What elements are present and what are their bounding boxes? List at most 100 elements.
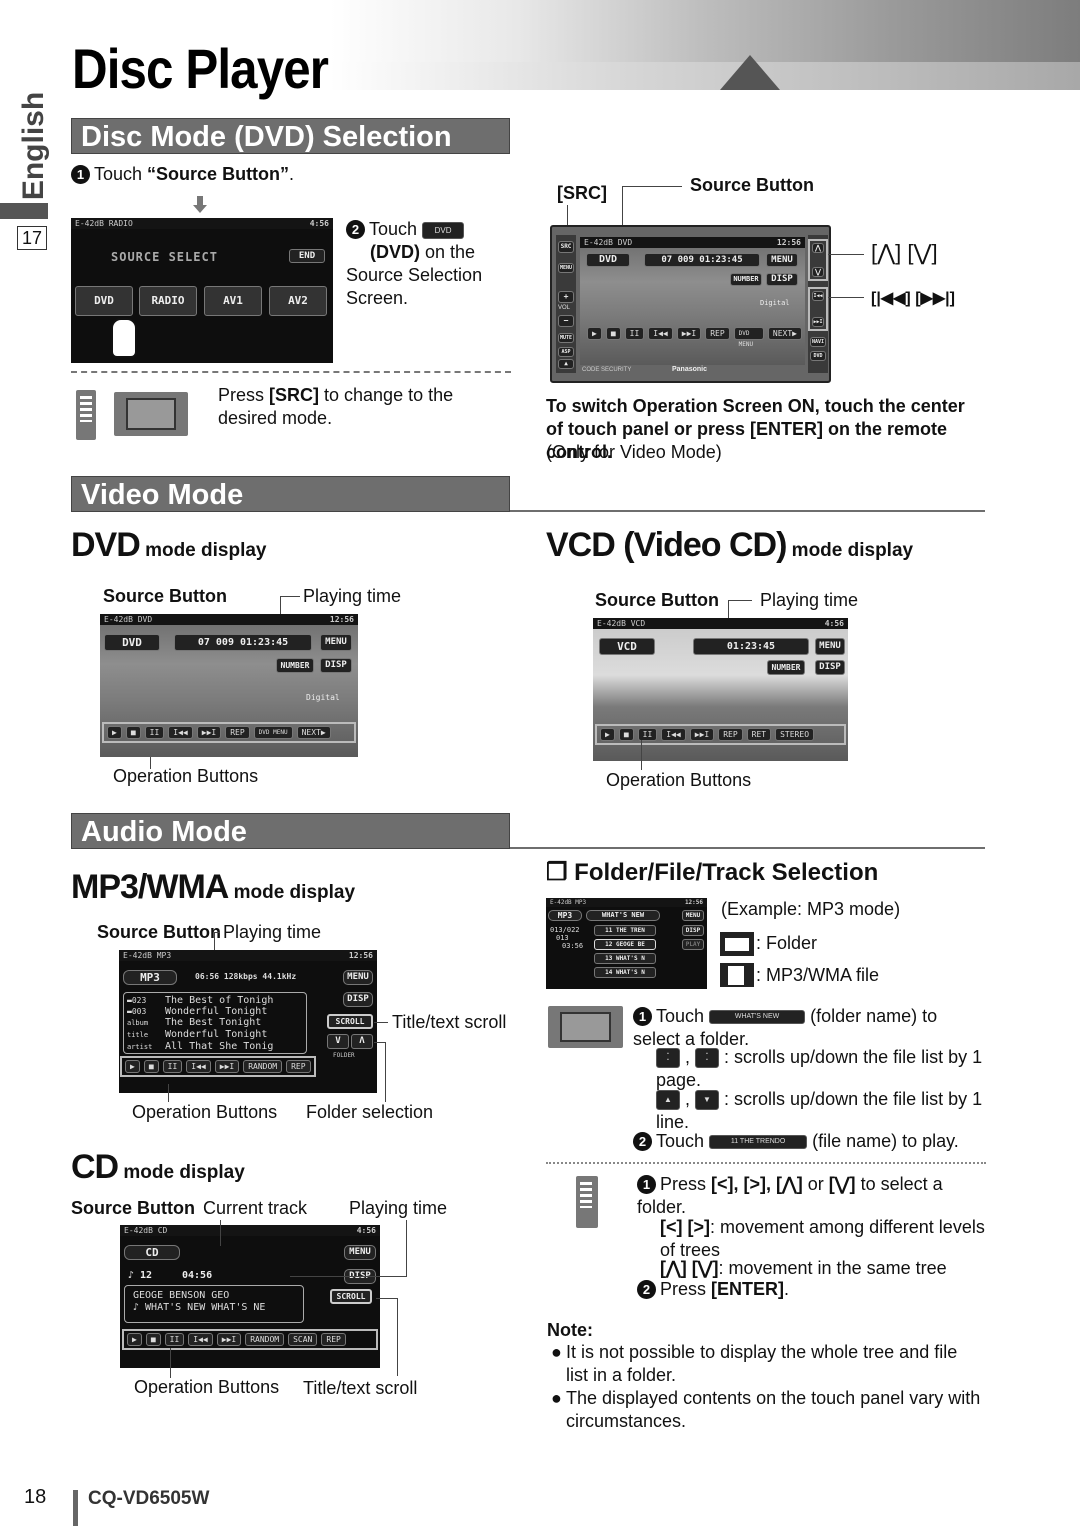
prev-button[interactable]: I◀◀ <box>661 728 686 741</box>
skip-button[interactable]: ▶▶I <box>689 728 715 741</box>
stop-button[interactable]: ■ <box>143 1060 159 1073</box>
prev-button[interactable]: I◀◀ <box>648 327 673 340</box>
updown-keys-label: [⋀] [⋁] <box>871 240 938 265</box>
menu-button[interactable]: MENU <box>344 1245 376 1260</box>
rep-button[interactable]: REP <box>321 1333 346 1346</box>
number-button[interactable]: NUMBER <box>276 658 314 673</box>
next-track-button[interactable]: ▶▶I <box>676 327 702 340</box>
rep-button[interactable]: REP <box>705 327 730 340</box>
next-button[interactable]: NEXT▶ <box>296 726 331 739</box>
source-button[interactable]: VCD <box>599 638 655 655</box>
example-caption: (Example: MP3 mode) <box>721 899 901 919</box>
language-tab: English <box>17 91 50 201</box>
dolby-digital-badge: Digital <box>306 693 340 702</box>
source-radio-button[interactable]: RADIO <box>139 286 197 316</box>
source-button[interactable]: DVD <box>104 634 160 651</box>
up-down-key-group: ⋀ ⋁ <box>808 239 828 281</box>
end-button[interactable]: END <box>289 249 325 263</box>
menu-key[interactable]: MENU <box>558 263 574 273</box>
dvd-menu-button[interactable]: DVD MENU <box>253 726 293 739</box>
source-button[interactable]: DVD <box>586 253 630 267</box>
page-scroll-instruction: ⁚ , ⁚ : scrolls up/down the file list by… <box>656 1047 983 1090</box>
unit-screen[interactable]: E-42dB DVD 12:56 DVD 07 009 01:23:45 MENU… <box>580 237 805 365</box>
stop-button[interactable]: ■ <box>618 728 634 741</box>
dvd-menu-button[interactable]: DVD MENU <box>733 327 764 348</box>
play-button[interactable]: ▶ <box>107 726 122 739</box>
random-button[interactable]: RANDOM <box>243 1060 283 1073</box>
brand-logo: Panasonic <box>672 366 708 373</box>
eject-key[interactable]: ▲ <box>558 359 574 369</box>
up-key[interactable]: ⋀ <box>812 243 824 253</box>
file-list-item[interactable]: 13 WHAT'S N <box>594 953 656 964</box>
folder-down-button[interactable]: V <box>327 1034 349 1049</box>
random-button[interactable]: RANDOM <box>245 1333 285 1346</box>
scroll-button[interactable]: SCROLL <box>330 1289 372 1304</box>
number-button[interactable]: NUMBER <box>730 273 762 286</box>
skip-button[interactable]: ▶▶I <box>196 726 222 739</box>
section-rule <box>510 847 985 849</box>
prev-button[interactable]: I◀◀ <box>168 726 193 739</box>
dvd-operation-buttons-label: Operation Buttons <box>113 766 259 786</box>
asp-key[interactable]: ASP <box>558 347 574 357</box>
number-button[interactable]: NUMBER <box>767 660 805 675</box>
rep-button[interactable]: REP <box>718 728 743 741</box>
vol-up-key[interactable]: + <box>558 291 574 303</box>
pause-button[interactable]: II <box>164 1333 185 1346</box>
menu-button[interactable]: MENU <box>343 970 373 985</box>
folder-name-button[interactable]: WHAT'S NEW <box>586 910 660 921</box>
disp-button[interactable]: DISP <box>766 273 798 286</box>
stereo-button[interactable]: STEREO <box>775 728 815 741</box>
disp-button[interactable]: DISP <box>343 992 373 1007</box>
file-counter: 013 <box>556 934 569 942</box>
next-key[interactable]: ▶▶I <box>812 317 824 327</box>
leader-line <box>828 297 864 298</box>
source-av1-button[interactable]: AV1 <box>204 286 262 316</box>
scroll-button[interactable]: SCROLL <box>327 1014 373 1029</box>
down-key[interactable]: ⋁ <box>812 267 824 277</box>
note-item: ● The displayed contents on the touch pa… <box>551 1388 981 1431</box>
stop-button[interactable]: ■ <box>145 1333 161 1346</box>
vcd-operation-buttons-label: Operation Buttons <box>606 770 752 790</box>
src-key[interactable]: SRC <box>558 241 574 253</box>
play-button[interactable]: ▶ <box>600 728 615 741</box>
navi-key[interactable]: NAVI <box>810 337 826 347</box>
menu-button[interactable]: MENU <box>320 634 352 651</box>
rep-button[interactable]: REP <box>225 726 250 739</box>
disp-button[interactable]: DISP <box>815 660 845 675</box>
source-button[interactable]: MP3 <box>548 910 582 921</box>
mute-key[interactable]: MUTE <box>558 333 574 343</box>
menu-button[interactable]: MENU <box>766 253 798 267</box>
pause-button[interactable]: II <box>162 1060 183 1073</box>
dvd-key[interactable]: DVD <box>810 351 826 361</box>
stop-button[interactable]: ■ <box>125 726 141 739</box>
play-button[interactable]: ▶ <box>587 327 602 340</box>
menu-button[interactable]: MENU <box>815 638 845 655</box>
source-dvd-button[interactable]: DVD <box>75 286 133 316</box>
file-list-item[interactable]: 11 THE TREN <box>594 925 656 936</box>
prev-button[interactable]: I◀◀ <box>186 1060 211 1073</box>
vol-down-key[interactable]: − <box>558 315 574 327</box>
play-button[interactable]: PLAY <box>682 939 704 950</box>
prev-button[interactable]: I◀◀ <box>188 1333 213 1346</box>
file-list-item[interactable]: 14 WHAT'S N <box>594 967 656 978</box>
ret-button[interactable]: RET <box>746 728 772 741</box>
stop-button[interactable]: ■ <box>605 327 621 340</box>
pause-button[interactable]: II <box>144 726 165 739</box>
source-button[interactable]: MP3 <box>123 970 177 985</box>
play-button[interactable]: ▶ <box>127 1333 142 1346</box>
folder-up-button[interactable]: Λ <box>351 1034 373 1049</box>
source-av2-button[interactable]: AV2 <box>269 286 327 316</box>
next-button[interactable]: NEXT▶ <box>767 327 802 340</box>
skip-button[interactable]: ▶▶I <box>216 1333 242 1346</box>
disp-button[interactable]: DISP <box>682 925 704 936</box>
prev-key[interactable]: I◀◀ <box>812 291 824 301</box>
pause-button[interactable]: II <box>624 327 645 340</box>
source-button[interactable]: CD <box>124 1245 180 1260</box>
rep-button[interactable]: REP <box>286 1060 311 1073</box>
scan-button[interactable]: SCAN <box>288 1333 318 1346</box>
menu-button[interactable]: MENU <box>682 910 704 921</box>
file-list-item[interactable]: 12 GEOGE BE <box>594 939 656 950</box>
skip-button[interactable]: ▶▶I <box>214 1060 240 1073</box>
play-button[interactable]: ▶ <box>125 1060 140 1073</box>
disp-button[interactable]: DISP <box>320 658 352 673</box>
